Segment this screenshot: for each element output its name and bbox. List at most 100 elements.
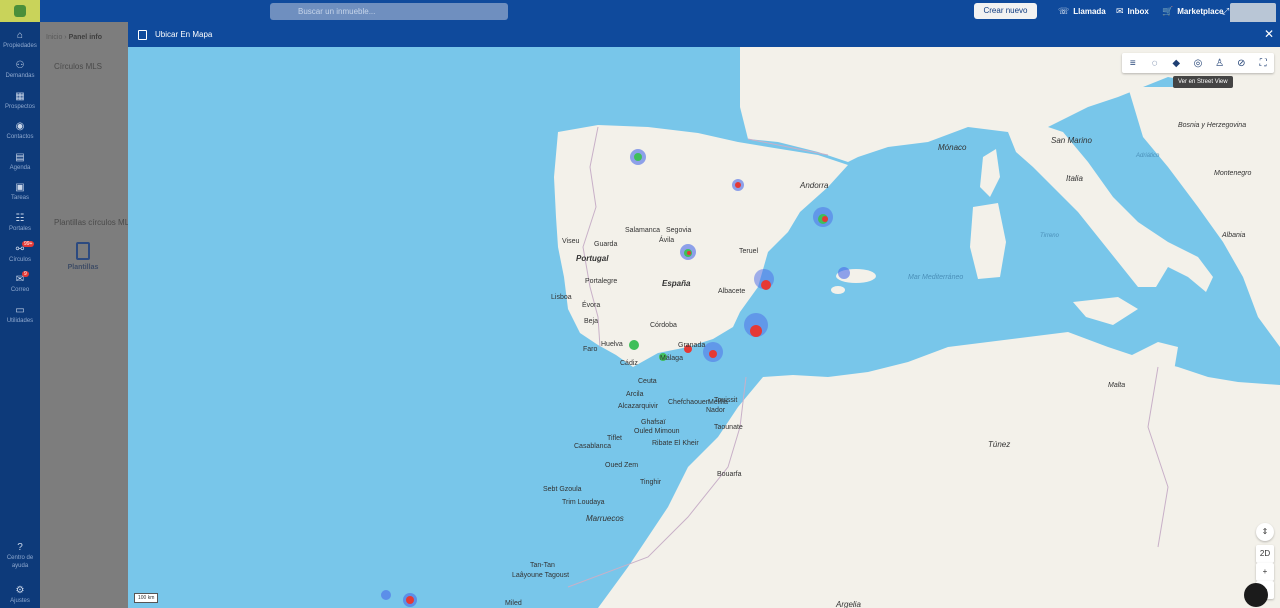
users-icon: ⚇ bbox=[15, 60, 25, 71]
label-city: Salamanca bbox=[625, 227, 660, 234]
sidebar: ⌂ Propiedades ⚇ Demandas ▦ Prospectos ◉ Cont… bbox=[0, 22, 40, 608]
sidebar-item-tareas[interactable]: ▣ Tareas bbox=[0, 182, 40, 201]
close-icon[interactable]: ✕ bbox=[1264, 27, 1274, 41]
label-city: Oued Zem bbox=[605, 462, 638, 469]
sidebar-item-utilidades[interactable]: ▭ Utilidades bbox=[0, 305, 40, 324]
label-tirreno: Tirreno bbox=[1040, 233, 1060, 239]
label-city: Málaga bbox=[660, 355, 683, 362]
portals-icon: ☷ bbox=[15, 213, 25, 224]
label-city: Ribate El Kheir bbox=[652, 440, 699, 447]
label-bosnia: Bosnia y Herzegovina bbox=[1178, 122, 1246, 129]
breadcrumb: Inicio › Panel info bbox=[46, 34, 103, 41]
label-city: Ávila bbox=[659, 235, 674, 244]
map-canvas[interactable]: España Portugal Marruecos Argelia Túnez … bbox=[128, 47, 1280, 608]
home-icon: ⌂ bbox=[16, 30, 24, 41]
label-city: Portalegre bbox=[585, 278, 617, 285]
map-svg[interactable]: España Portugal Marruecos Argelia Túnez … bbox=[128, 47, 1280, 608]
label-tunez: Túnez bbox=[988, 440, 1010, 449]
label-city: Ouled Mimoun bbox=[634, 428, 680, 435]
label-italia: Italia bbox=[1066, 174, 1083, 183]
label-city: Beja bbox=[584, 318, 598, 325]
sidebar-item-correo[interactable]: ✉ Correo 9 bbox=[0, 271, 40, 293]
gear-icon: ⚙ bbox=[15, 585, 25, 596]
search-input[interactable]: Buscar un inmueble... bbox=[270, 3, 508, 20]
modal-header: Ubicar En Mapa bbox=[128, 22, 1280, 47]
map-modal: Ubicar En Mapa ✕ España Portugal Marruec… bbox=[128, 22, 1280, 608]
correo-badge: 9 bbox=[22, 271, 29, 277]
label-city: Miled bbox=[505, 600, 522, 607]
label-city: Laâyoune Tagoust bbox=[512, 572, 569, 579]
sidebar-item-portales[interactable]: ☷ Portales bbox=[0, 213, 40, 232]
target-icon[interactable]: ◎ bbox=[1189, 58, 1207, 69]
label-city: Trim Loudaya bbox=[562, 499, 605, 506]
sidebar-item-prospectos[interactable]: ▦ Prospectos bbox=[0, 91, 40, 110]
app-root: Buscar un inmueble... Crear nuevo ☏ Llam… bbox=[0, 0, 1280, 608]
label-city: Lisboa bbox=[551, 294, 572, 301]
label-city: Segovia bbox=[666, 227, 691, 234]
label-city: Teruel bbox=[739, 248, 759, 255]
map-icon bbox=[138, 29, 147, 40]
street-view-icon[interactable]: ♙ bbox=[1211, 58, 1229, 69]
lasso-icon[interactable]: ◌ bbox=[1146, 58, 1164, 69]
sidebar-item-agenda[interactable]: ▤ Agenda bbox=[0, 152, 40, 171]
label-city: Tan-Tan bbox=[530, 562, 555, 569]
page-title: Círculos MLS bbox=[54, 62, 103, 71]
label-city: Granada bbox=[678, 342, 705, 349]
label-espana: España bbox=[662, 279, 691, 288]
cart-icon: 🛒 bbox=[1162, 5, 1174, 16]
toolbox-icon: ▭ bbox=[15, 305, 25, 316]
call-button[interactable]: ☏ Llamada bbox=[1058, 0, 1106, 22]
list-add-icon[interactable]: ≡ bbox=[1124, 58, 1142, 69]
label-montenegro: Montenegro bbox=[1214, 170, 1251, 177]
sidebar-item-circulos[interactable]: ⚯ Círculos 99+ bbox=[0, 241, 40, 263]
label-argelia: Argelia bbox=[835, 600, 861, 608]
land-ibiza bbox=[831, 286, 845, 294]
templates-card[interactable]: Plantillas bbox=[66, 242, 100, 271]
label-malta: Malta bbox=[1108, 382, 1125, 389]
phone-icon: ☏ bbox=[1058, 5, 1070, 16]
label-city: Bouarfa bbox=[717, 471, 742, 478]
top-bar: Buscar un inmueble... Crear nuevo ☏ Llam… bbox=[0, 0, 1280, 30]
fullscreen-icon[interactable]: ⛶ bbox=[1254, 58, 1272, 69]
compass-icon[interactable]: ⇕ bbox=[1256, 523, 1274, 541]
label-city: Tiflet bbox=[607, 435, 622, 442]
label-city: Arcila bbox=[626, 391, 644, 398]
view-2d-button[interactable]: 2D bbox=[1256, 545, 1274, 563]
chat-widget-button[interactable] bbox=[1244, 583, 1268, 607]
map-scale: 100 km bbox=[134, 593, 159, 603]
label-city: Alcazarquivir bbox=[618, 403, 659, 410]
section-title: Plantillas círculos MLS bbox=[54, 218, 135, 227]
label-city: Cádiz bbox=[620, 360, 638, 367]
label-city: Nador bbox=[706, 407, 726, 414]
background-page: Inicio › Panel info Círculos MLS Plantil… bbox=[40, 22, 134, 608]
modal-title: Ubicar En Mapa bbox=[155, 30, 213, 39]
circulos-badge: 99+ bbox=[22, 241, 35, 247]
sidebar-item-demandas[interactable]: ⚇ Demandas bbox=[0, 60, 40, 79]
sidebar-item-help[interactable]: ? Centro de ayuda bbox=[0, 542, 40, 570]
app-logo[interactable] bbox=[0, 0, 40, 22]
label-city: Albacete bbox=[718, 288, 745, 295]
inbox-button[interactable]: ✉ Inbox bbox=[1116, 0, 1149, 22]
mail-icon: ✉ bbox=[15, 274, 25, 285]
help-icon: ? bbox=[17, 542, 23, 553]
label-city: Huelva bbox=[601, 341, 623, 348]
label-city: Touissit bbox=[714, 397, 737, 404]
label-monaco: Mónaco bbox=[938, 143, 967, 152]
label-city: Chefchaouen bbox=[668, 399, 710, 406]
inbox-icon: ✉ bbox=[1116, 5, 1124, 16]
calendar-icon: ▤ bbox=[15, 152, 25, 163]
layers-icon[interactable]: ◆ bbox=[1167, 58, 1185, 69]
label-city: Ceuta bbox=[638, 378, 657, 385]
map-toolbar: ≡ ◌ ◆ ◎ ♙ ⊘ ⛶ bbox=[1122, 53, 1274, 73]
marketplace-button[interactable]: 🛒 Marketplace bbox=[1162, 0, 1223, 22]
sidebar-item-settings[interactable]: ⚙ Ajustes bbox=[0, 585, 40, 604]
block-icon[interactable]: ⊘ bbox=[1232, 58, 1250, 69]
label-city: Évora bbox=[582, 300, 600, 309]
create-new-button[interactable]: Crear nuevo bbox=[974, 3, 1037, 19]
sidebar-item-contactos[interactable]: ◉ Contactos bbox=[0, 121, 40, 140]
label-city: Córdoba bbox=[650, 322, 677, 329]
sidebar-item-propiedades[interactable]: ⌂ Propiedades bbox=[0, 30, 40, 49]
zoom-in-button[interactable]: + bbox=[1256, 563, 1274, 581]
label-city: Casablanca bbox=[574, 443, 611, 450]
building-icon: ▦ bbox=[15, 91, 25, 102]
